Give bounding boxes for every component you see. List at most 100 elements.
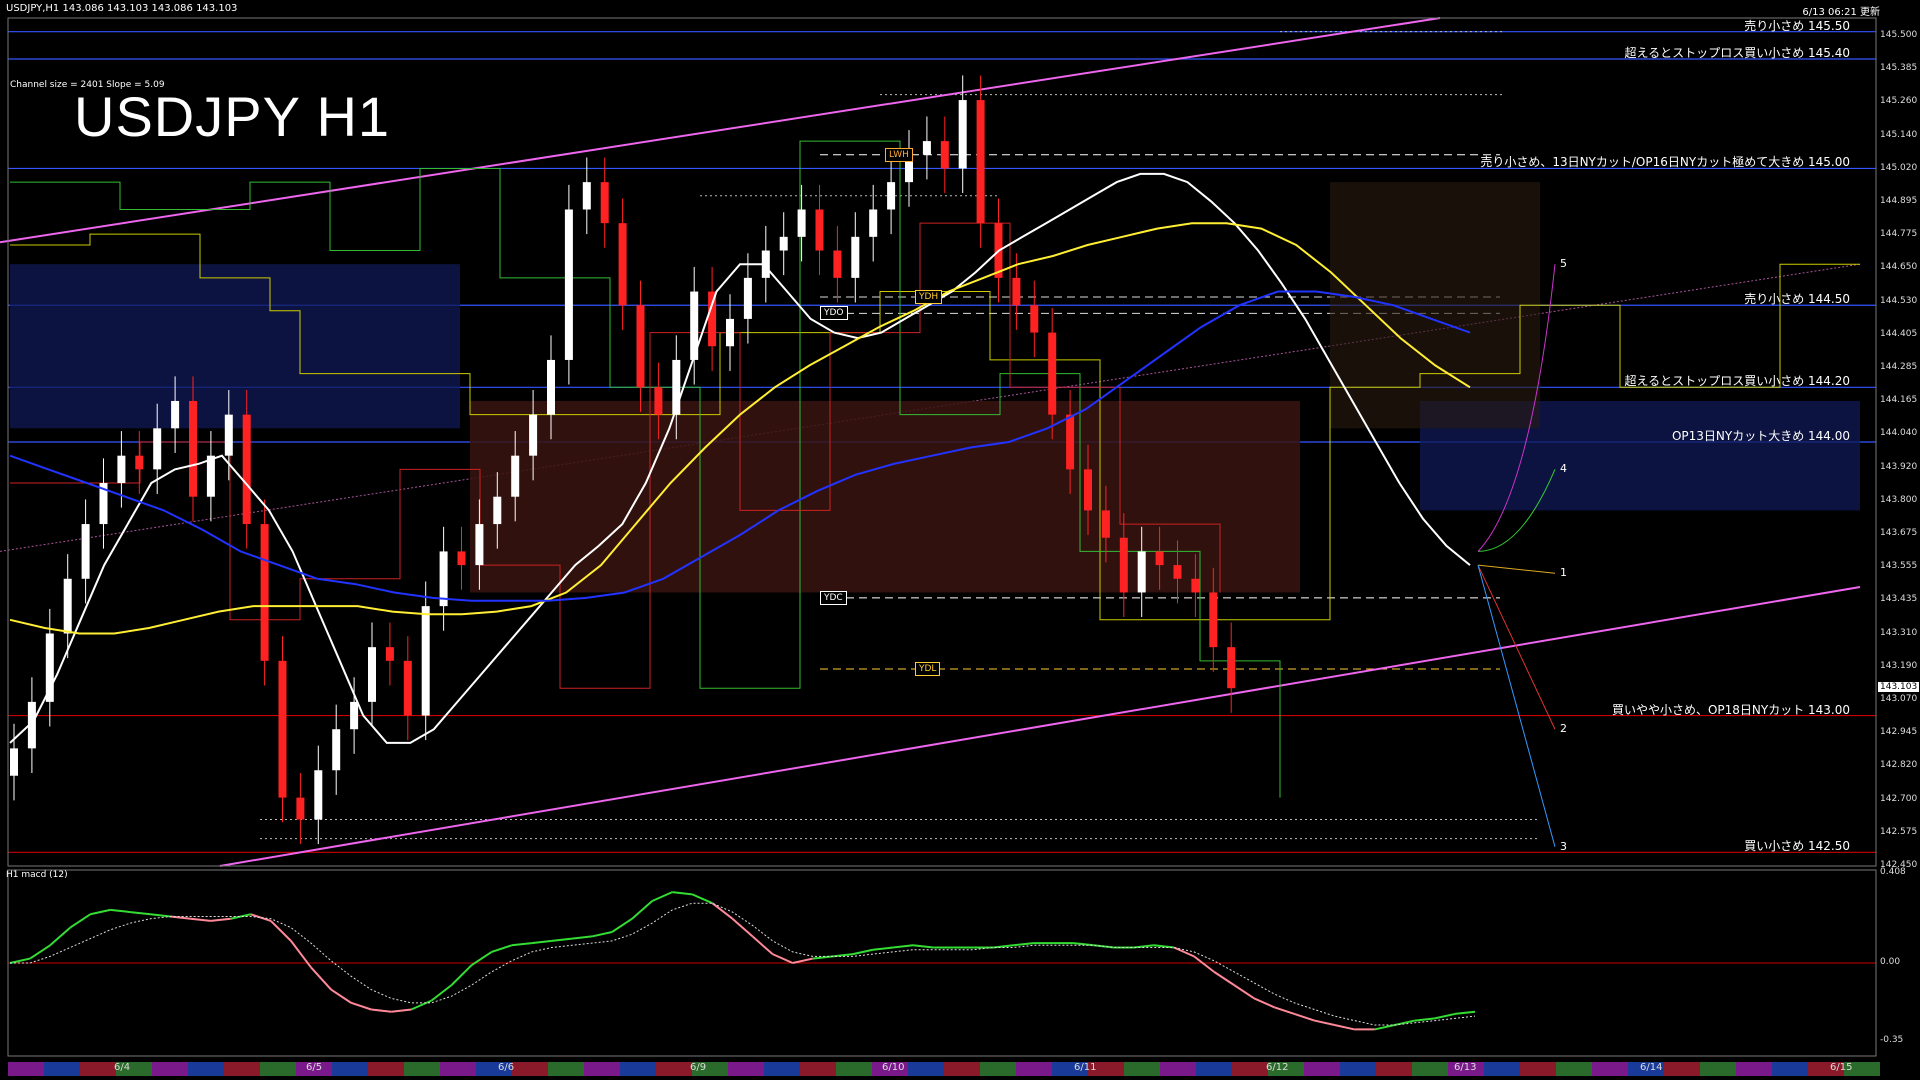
candle-body bbox=[457, 551, 466, 566]
session-block bbox=[260, 1062, 296, 1076]
day-marker-tag: YDH bbox=[915, 290, 943, 305]
macd-main-seg bbox=[491, 944, 513, 953]
projection-3 bbox=[1477, 564, 1556, 847]
session-block bbox=[1376, 1062, 1412, 1076]
price-tick: 143.070 bbox=[1880, 694, 1918, 704]
cloud-red bbox=[470, 400, 1300, 593]
session-block bbox=[404, 1062, 440, 1076]
macd-main-seg bbox=[912, 944, 934, 949]
candle-body bbox=[493, 496, 502, 525]
date-label: 6/4 bbox=[114, 1062, 131, 1073]
macd-main-seg bbox=[450, 964, 473, 986]
price-tick: 143.310 bbox=[1880, 627, 1918, 638]
candle-body bbox=[45, 633, 54, 702]
candle-body bbox=[278, 660, 287, 798]
level-label: 売り小さめ 144.50 bbox=[1744, 292, 1850, 307]
macd-signal bbox=[10, 902, 1476, 1026]
macd-main-seg bbox=[110, 908, 131, 914]
date-label: 6/15 bbox=[1830, 1062, 1853, 1073]
price-tick: 145.020 bbox=[1880, 162, 1918, 173]
candle-body bbox=[582, 182, 591, 210]
candle-body bbox=[743, 277, 752, 319]
macd-main-seg bbox=[1374, 1024, 1395, 1031]
macd-main-seg bbox=[772, 953, 794, 964]
level-label: 買いやや小さめ、OP18日NYカット 143.00 bbox=[1611, 702, 1850, 717]
candle-body bbox=[922, 141, 931, 155]
macd-main-seg bbox=[511, 942, 532, 947]
macd-main-seg bbox=[9, 957, 31, 964]
level-label: 売り小さめ 145.50 bbox=[1744, 18, 1850, 33]
price-tick: 144.650 bbox=[1880, 262, 1918, 273]
macd-main-seg bbox=[631, 900, 653, 920]
macd-main-seg bbox=[1434, 1012, 1456, 1020]
date-label: 6/6 bbox=[498, 1062, 515, 1073]
projection-label: 2 bbox=[1560, 722, 1567, 736]
session-block bbox=[1016, 1062, 1052, 1076]
macd-main-seg bbox=[130, 911, 151, 916]
macd-main-seg bbox=[1173, 946, 1195, 958]
session-block bbox=[1592, 1062, 1628, 1076]
session-block bbox=[224, 1062, 260, 1076]
macd-main-seg bbox=[1213, 971, 1235, 986]
price-tick: 143.190 bbox=[1880, 660, 1918, 671]
session-block bbox=[80, 1062, 116, 1076]
macd-main-seg bbox=[1314, 1019, 1335, 1026]
candle-body bbox=[833, 250, 842, 278]
channel-lower bbox=[219, 585, 1861, 867]
macd-main-seg bbox=[190, 917, 211, 922]
candle-body bbox=[296, 797, 305, 820]
session-block bbox=[188, 1062, 224, 1076]
candle-body bbox=[797, 209, 806, 237]
chart-title: USDJPY H1 bbox=[74, 85, 391, 148]
macd-main-seg bbox=[691, 893, 713, 905]
candle-body bbox=[618, 223, 627, 306]
cloud-blue bbox=[10, 264, 460, 429]
candle-body bbox=[403, 660, 412, 716]
candle-body bbox=[260, 524, 269, 661]
session-block bbox=[1304, 1062, 1340, 1076]
macd-main-seg bbox=[852, 948, 874, 956]
price-tick: 143.555 bbox=[1880, 561, 1918, 572]
session-block bbox=[764, 1062, 800, 1076]
candle-body bbox=[368, 647, 376, 702]
session-block bbox=[1484, 1062, 1520, 1076]
session-block bbox=[620, 1062, 656, 1076]
macd-main-seg bbox=[872, 946, 894, 951]
macd-main-seg bbox=[1233, 984, 1255, 1000]
session-block bbox=[1772, 1062, 1808, 1076]
candle-body bbox=[1227, 647, 1236, 689]
macd-main-seg bbox=[90, 908, 111, 916]
candle-body bbox=[1048, 332, 1057, 415]
macd-main-seg bbox=[350, 1001, 372, 1011]
macd-main-seg bbox=[150, 913, 171, 918]
session-block bbox=[1556, 1062, 1592, 1076]
price-tick: 145.385 bbox=[1880, 63, 1918, 74]
candle-body bbox=[869, 209, 878, 237]
price-tick: 143.800 bbox=[1880, 494, 1918, 505]
symbol-info: USDJPY,H1 143.086 143.103 143.086 143.10… bbox=[6, 3, 238, 14]
candle-body bbox=[564, 209, 573, 360]
session-block bbox=[440, 1062, 476, 1076]
price-tick: 142.700 bbox=[1880, 793, 1918, 804]
candle-body bbox=[1137, 551, 1146, 593]
date-label: 6/9 bbox=[690, 1062, 707, 1073]
candle-body bbox=[726, 318, 734, 347]
candle-body bbox=[314, 770, 323, 820]
candle-body bbox=[81, 524, 90, 579]
candle-body bbox=[1155, 551, 1164, 566]
candle-body bbox=[1119, 537, 1128, 593]
candle-body bbox=[511, 455, 520, 497]
level-label: 買い小さめ 142.50 bbox=[1744, 839, 1850, 854]
macd-main-seg bbox=[1414, 1017, 1435, 1022]
macd-main-seg bbox=[1294, 1012, 1315, 1022]
candle-body bbox=[224, 414, 233, 456]
date-label: 6/14 bbox=[1640, 1062, 1663, 1073]
price-tick: 143.675 bbox=[1880, 528, 1918, 538]
macd-main-seg bbox=[571, 935, 593, 940]
macd-main-seg bbox=[1334, 1024, 1355, 1031]
session-block bbox=[1412, 1062, 1448, 1076]
current-price-tag: 143.103 bbox=[1878, 682, 1920, 693]
candle-body bbox=[654, 387, 663, 415]
session-block bbox=[800, 1062, 836, 1076]
macd-main-seg bbox=[591, 931, 613, 938]
